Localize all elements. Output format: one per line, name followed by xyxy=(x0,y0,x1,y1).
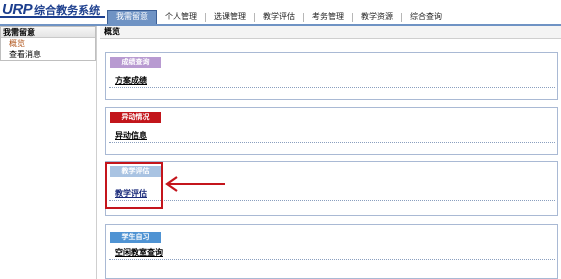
main-content: 概览 成绩查询 方案成绩 异动情况 异动信息 教学评估 教学评估 学生自习 空闲… xyxy=(100,26,561,279)
arrow-left-icon xyxy=(165,176,225,192)
app-header: URP 综合教务系统 我需留意 个人管理 选课管理 教学评估 考务管理 教学资源… xyxy=(0,0,561,26)
tab-attention[interactable]: 我需留意 xyxy=(107,10,157,24)
logo-underline xyxy=(0,16,105,18)
top-nav-tabs: 我需留意 个人管理 选课管理 教学评估 考务管理 教学资源 综合查询 xyxy=(107,10,450,24)
sidebar-item-overview[interactable]: 概览 xyxy=(1,38,95,49)
sidebar-item-view-messages[interactable]: 查看消息 xyxy=(1,49,95,60)
sidebar: 我需留意 概览 查看消息 xyxy=(0,26,97,279)
sidebar-box: 我需留意 概览 查看消息 xyxy=(0,26,96,61)
section-divider xyxy=(109,142,555,143)
section-divider xyxy=(109,200,555,201)
tab-teaching-resources[interactable]: 教学资源 xyxy=(353,10,401,24)
link-free-classroom-query[interactable]: 空闲教室查询 xyxy=(115,247,163,258)
section-divider xyxy=(109,87,555,88)
section-badge-grades: 成绩查询 xyxy=(110,57,161,68)
section-grades: 成绩查询 方案成绩 xyxy=(105,52,558,100)
tab-course-selection[interactable]: 选课管理 xyxy=(206,10,254,24)
section-badge-status-change: 异动情况 xyxy=(110,112,161,123)
section-badge-self-study: 学生自习 xyxy=(110,232,161,243)
tab-teaching-evaluation[interactable]: 教学评估 xyxy=(255,10,303,24)
tab-personal[interactable]: 个人管理 xyxy=(157,10,205,24)
section-divider xyxy=(109,259,555,260)
page-title: 概览 xyxy=(100,26,561,39)
tab-comprehensive-query[interactable]: 综合查询 xyxy=(402,10,450,24)
section-status-change: 异动情况 异动信息 xyxy=(105,107,558,155)
sidebar-title: 我需留意 xyxy=(1,27,95,38)
tab-exam-management[interactable]: 考务管理 xyxy=(304,10,352,24)
link-program-grades[interactable]: 方案成绩 xyxy=(115,75,147,86)
highlight-box xyxy=(105,162,163,209)
link-status-change-info[interactable]: 异动信息 xyxy=(115,130,147,141)
section-self-study: 学生自习 空闲教室查询 xyxy=(105,224,558,279)
